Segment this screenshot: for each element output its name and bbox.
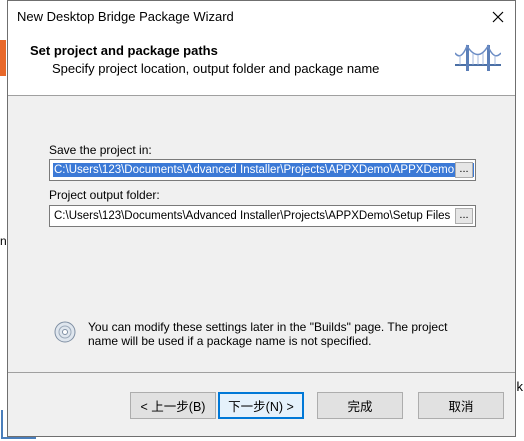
footer-divider [8, 372, 515, 373]
close-button[interactable] [481, 1, 515, 32]
wizard-dialog: New Desktop Bridge Package Wizard Set pr… [7, 0, 516, 437]
page-subtitle: Specify project location, output folder … [52, 61, 380, 76]
project-path-value: C:\Users\123\Documents\Advanced Installe… [53, 163, 474, 177]
page-title: Set project and package paths [30, 43, 218, 58]
close-icon [492, 11, 504, 22]
output-folder-input[interactable]: C:\Users\123\Documents\Advanced Installe… [49, 205, 476, 227]
output-folder-value: C:\Users\123\Documents\Advanced Installe… [54, 210, 451, 222]
project-browse-button[interactable]: ... [455, 162, 473, 178]
bridge-icon [455, 44, 501, 71]
back-button[interactable]: < 上一步(B) [130, 392, 216, 419]
info-message: You can modify these settings later in t… [88, 320, 448, 348]
finish-button[interactable]: 完成 [317, 392, 403, 419]
disc-info-icon [54, 321, 76, 343]
window-title: New Desktop Bridge Package Wizard [17, 9, 234, 24]
background-app-icon [0, 40, 6, 76]
output-folder-label: Project output folder: [49, 188, 160, 202]
project-path-input[interactable]: C:\Users\123\Documents\Advanced Installe… [49, 159, 476, 181]
output-browse-button[interactable]: ... [455, 208, 473, 224]
next-button[interactable]: 下一步(N) > [218, 392, 304, 419]
title-bar[interactable]: New Desktop Bridge Package Wizard [8, 1, 515, 32]
background-app-text-right: k [516, 379, 524, 394]
wizard-header: Set project and package paths Specify pr… [8, 32, 515, 96]
background-app-text: n [0, 234, 7, 248]
project-path-label: Save the project in: [49, 143, 152, 157]
cancel-button[interactable]: 取消 [418, 392, 504, 419]
